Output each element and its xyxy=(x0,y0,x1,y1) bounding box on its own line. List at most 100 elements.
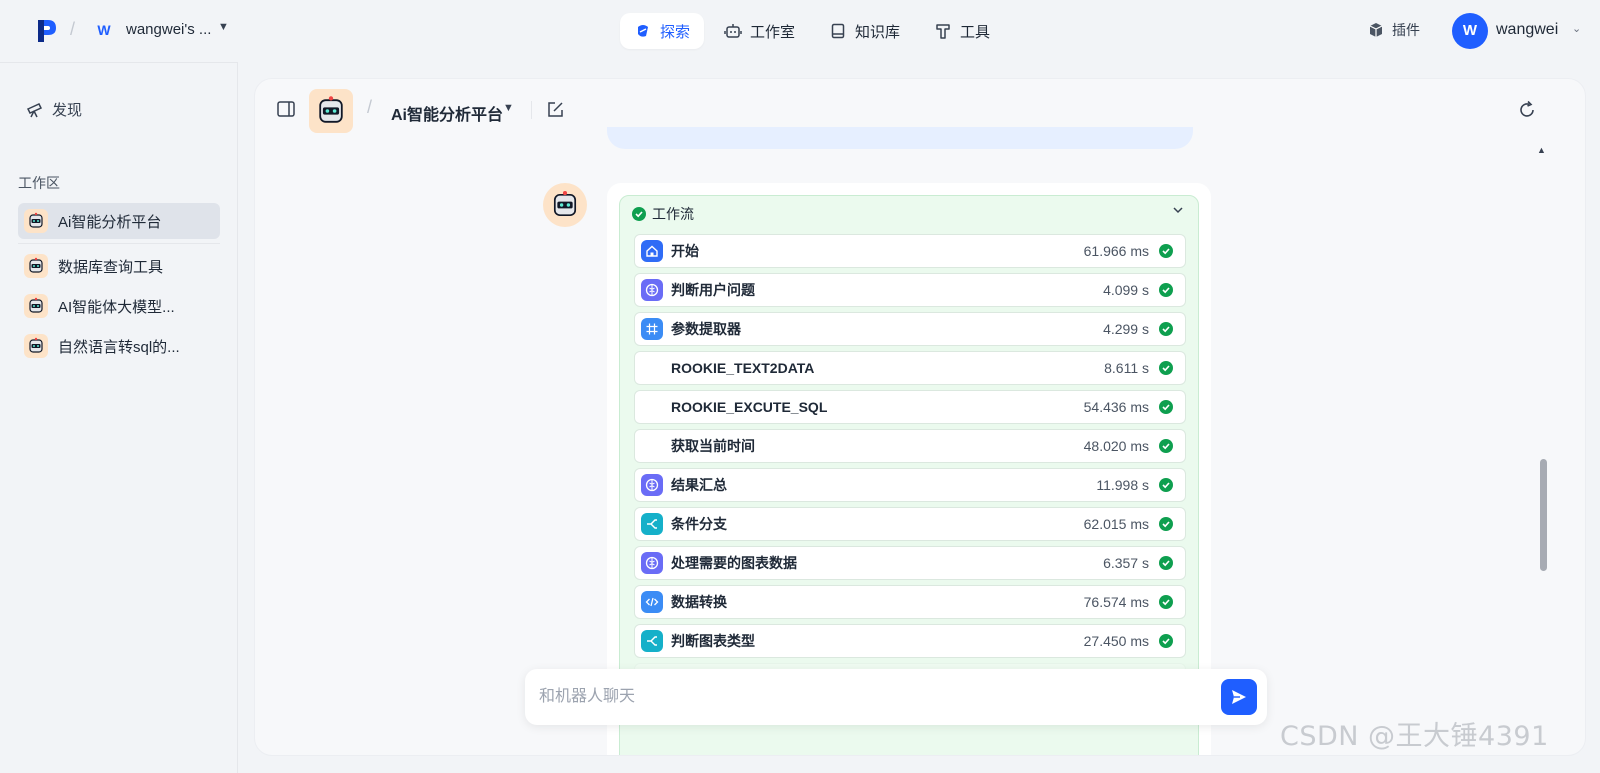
sidebar-item-label: 自然语言转sql的... xyxy=(58,338,180,356)
nav-studio[interactable]: 工作室 xyxy=(710,13,809,49)
sidebar-divider xyxy=(18,243,220,244)
check-circle-icon xyxy=(1159,556,1173,570)
workflow-step[interactable]: 结果汇总 11.998 s xyxy=(634,468,1186,502)
header-divider xyxy=(531,101,532,119)
bot-avatar-icon xyxy=(319,96,343,123)
plugin-button[interactable]: 插件 xyxy=(1368,20,1420,40)
llm-icon xyxy=(641,552,663,574)
user-name[interactable]: wangwei xyxy=(1496,21,1558,39)
app-logo[interactable] xyxy=(36,18,58,44)
book-icon xyxy=(829,22,847,40)
app-title[interactable]: Ai智能分析平台 xyxy=(391,101,503,125)
scroll-up-arrow[interactable]: ▲ xyxy=(1537,145,1546,155)
sidebar-item-app[interactable]: Ai智能分析平台 xyxy=(18,203,220,239)
chat-input-bar xyxy=(525,669,1267,725)
breadcrumb-separator: / xyxy=(367,97,373,117)
sidebar-item-discover[interactable]: 发现 xyxy=(26,99,82,120)
robot-icon xyxy=(724,22,742,40)
nav-tools[interactable]: 工具 xyxy=(920,13,1004,49)
workflow-step-time: 8.611 s xyxy=(1104,360,1149,376)
bot-avatar-icon xyxy=(24,209,48,233)
workflow-step-list: 开始 61.966 ms 判断用户问题 4.099 s 参数提取器 4.299 s ROOK… xyxy=(634,234,1186,702)
workflow-step[interactable]: ROOKIE_TEXT2DATA 8.611 s xyxy=(634,351,1186,385)
nav-tools-label: 工具 xyxy=(960,23,991,41)
workflow-step[interactable]: 条件分支 62.015 ms xyxy=(634,507,1186,541)
nav-knowledge[interactable]: 知识库 xyxy=(815,13,914,49)
bot-avatar-icon xyxy=(24,254,48,278)
bot-avatar-icon xyxy=(24,294,48,318)
sidebar: 发现 工作区 Ai智能分析平台 数据库查询工具 AI智能体大模型... 自然语言… xyxy=(0,62,238,773)
workflow-step-time: 62.015 ms xyxy=(1083,516,1149,532)
workflow-step-time: 61.966 ms xyxy=(1083,243,1149,259)
explore-icon xyxy=(634,22,652,40)
main-nav: 探索 工作室 知识库 工具 xyxy=(620,13,1004,49)
bot-avatar-icon xyxy=(553,191,577,217)
sidebar-item-app[interactable]: AI智能体大模型... xyxy=(18,288,220,324)
send-icon xyxy=(1232,690,1246,704)
telescope-icon xyxy=(26,102,43,117)
workflow-step[interactable]: 判断用户问题 4.099 s xyxy=(634,273,1186,307)
check-circle-icon xyxy=(1159,244,1173,258)
workflow-step[interactable]: ROOKIE_EXCUTE_SQL 54.436 ms xyxy=(634,390,1186,424)
workflow-step-time: 11.998 s xyxy=(1096,477,1149,493)
sidebar-item-app[interactable]: 自然语言转sql的... xyxy=(18,328,220,364)
workflow-step-name: 数据转换 xyxy=(671,594,727,610)
code-icon xyxy=(641,591,663,613)
sidebar-item-app[interactable]: 数据库查询工具 xyxy=(18,248,220,284)
edit-icon[interactable] xyxy=(547,101,564,118)
check-circle-icon xyxy=(1159,283,1173,297)
blank-icon xyxy=(641,435,663,457)
previous-user-message xyxy=(607,127,1193,149)
sidebar-item-label: 数据库查询工具 xyxy=(58,258,164,276)
workspace-name[interactable]: wangwei's ... xyxy=(126,21,211,38)
chevron-down-icon[interactable]: ▼ xyxy=(218,21,229,33)
sidebar-item-label: AI智能体大模型... xyxy=(58,298,175,316)
workflow-step[interactable]: 处理需要的图表数据 6.357 s xyxy=(634,546,1186,580)
workspace-avatar[interactable]: W xyxy=(94,20,114,40)
nav-knowledge-label: 知识库 xyxy=(855,23,901,41)
watermark: CSDN @王大锤4391 xyxy=(1280,721,1549,752)
hammer-icon xyxy=(934,22,952,40)
user-avatar[interactable]: W xyxy=(1452,13,1488,49)
chevron-down-icon[interactable] xyxy=(1172,204,1184,216)
workflow-step-time: 76.574 ms xyxy=(1083,594,1149,610)
breadcrumb-separator: / xyxy=(70,19,76,39)
workflow-step[interactable]: 参数提取器 4.299 s xyxy=(634,312,1186,346)
send-button[interactable] xyxy=(1221,679,1257,715)
branch-icon xyxy=(641,513,663,535)
chat-input[interactable] xyxy=(539,683,1199,711)
llm-icon xyxy=(641,474,663,496)
check-circle-icon xyxy=(1159,322,1173,336)
bot-avatar xyxy=(543,183,587,227)
workflow-step-name: ROOKIE_EXCUTE_SQL xyxy=(671,399,828,415)
check-circle-icon xyxy=(632,207,646,221)
check-circle-icon xyxy=(1159,634,1173,648)
sidebar-item-label: Ai智能分析平台 xyxy=(58,213,162,231)
workflow-step[interactable]: 开始 61.966 ms xyxy=(634,234,1186,268)
cube-icon xyxy=(1369,23,1383,37)
workflow-step-name: 判断用户问题 xyxy=(671,282,755,298)
scrollbar-thumb[interactable] xyxy=(1540,459,1547,571)
workflow-step[interactable]: 数据转换 76.574 ms xyxy=(634,585,1186,619)
grid-icon xyxy=(641,318,663,340)
plugin-label: 插件 xyxy=(1392,22,1420,38)
bot-avatar-icon xyxy=(24,334,48,358)
workspace-app-list: Ai智能分析平台 数据库查询工具 AI智能体大模型... 自然语言转sql的..… xyxy=(18,203,220,368)
workflow-step-time: 6.357 s xyxy=(1103,555,1149,571)
nav-explore[interactable]: 探索 xyxy=(620,13,705,49)
workflow-step-time: 27.450 ms xyxy=(1083,633,1149,649)
workflow-step[interactable]: 获取当前时间 48.020 ms xyxy=(634,429,1186,463)
sidebar-toggle-icon[interactable] xyxy=(277,101,295,117)
nav-explore-label: 探索 xyxy=(660,23,691,41)
workflow-header[interactable]: 工作流 xyxy=(632,204,694,224)
discover-label: 发现 xyxy=(52,102,83,119)
blank-icon xyxy=(641,357,663,379)
workflow-step-time: 54.436 ms xyxy=(1083,399,1149,415)
refresh-icon[interactable] xyxy=(1517,100,1537,120)
workflow-step-time: 4.099 s xyxy=(1103,282,1149,298)
workflow-step-name: 判断图表类型 xyxy=(671,633,755,649)
check-circle-icon xyxy=(1159,361,1173,375)
chevron-down-icon[interactable]: ⌄ xyxy=(1572,22,1581,35)
chevron-down-icon[interactable]: ▼ xyxy=(503,102,514,114)
workflow-step[interactable]: 判断图表类型 27.450 ms xyxy=(634,624,1186,658)
